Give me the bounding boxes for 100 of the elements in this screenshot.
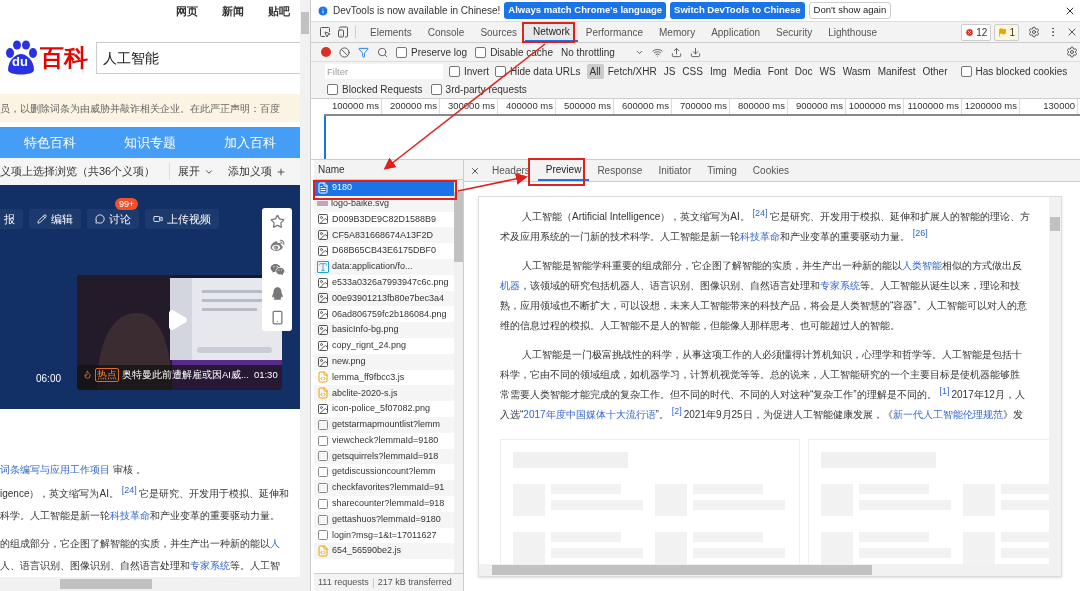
video-title: 奥特曼此前遭解雇或因AI威... — [122, 367, 249, 382]
infobar-button[interactable]: Don't show again — [808, 2, 892, 19]
text-link[interactable]: 机器 — [500, 280, 520, 291]
top-link[interactable]: 贴吧 — [268, 2, 290, 20]
request-row[interactable]: CF5A831668674A13F2D — [314, 227, 455, 244]
reference-link[interactable]: [24] — [121, 484, 137, 495]
video-duration: 01:30 — [253, 367, 278, 382]
body-text: 和产业变革的重要驱动力量。 — [780, 231, 911, 242]
text-link[interactable]: 科技革命 — [110, 510, 150, 522]
checkbox-label: Hide data URLs — [510, 65, 581, 79]
detail-tab[interactable]: Initiator — [650, 160, 700, 181]
timeline-tick: 900000 ms — [788, 99, 846, 114]
type-filter[interactable]: Fetch/XHR — [604, 64, 660, 79]
text-link[interactable]: 专家系统 — [820, 280, 860, 291]
column-header[interactable]: Name — [314, 160, 463, 180]
panel-tab[interactable]: Lighthouse — [820, 22, 886, 42]
body-text: 人工智能是智能学科重要的组成部分，它企图了解智能的实质，并生产出一种新的能以 — [522, 260, 902, 271]
filter-field[interactable]: Filter — [325, 64, 443, 79]
text-link[interactable]: 2017年度中国媒体十大流行语 — [523, 409, 656, 420]
type-filter[interactable]: Other — [919, 64, 951, 79]
top-link[interactable]: 网页 — [176, 2, 198, 20]
top-link[interactable]: 新闻 — [222, 2, 244, 20]
body-text: 和产业变革的重要驱动力量。 — [150, 510, 280, 522]
logo-text: 百科 — [40, 46, 88, 71]
text-link[interactable]: 新一代人工智能伦理规范 — [892, 409, 1003, 420]
text-link[interactable]: 专家系统 — [190, 560, 230, 572]
timeline-tick: 100000 ms — [324, 99, 382, 114]
body-text: ，该领域的研究包括机器人、语言识别、图像识别、自然语言处理和 — [520, 280, 820, 291]
type-filter[interactable]: CSS — [679, 64, 706, 79]
panel-tab[interactable]: Application — [703, 22, 769, 42]
body-text: ”。 — [655, 409, 670, 420]
reference-link[interactable]: [1] — [939, 385, 950, 396]
text-link[interactable]: 人类智能 — [902, 260, 942, 271]
body-text: 》发 — [1002, 409, 1023, 420]
body-text: 人、语言识别、图像识别、自然语言处理和 — [0, 560, 190, 572]
add-meaning-link[interactable]: 添加义项 — [228, 163, 273, 180]
action-button[interactable]: 编辑 — [29, 209, 81, 229]
body-text: 人工智能（Artificial Intelligence），英文缩写为AI。 — [522, 211, 751, 222]
infobar-message: DevTools is now available in Chinese! — [333, 4, 501, 18]
type-filter[interactable]: Font — [764, 64, 791, 79]
action-button[interactable]: 上传视频 — [145, 209, 219, 229]
notice-text: 员，以删除词条为由威胁并敲诈相关企业。在此严正声明：百度 — [0, 94, 300, 122]
panel-tab[interactable]: Performance — [577, 22, 651, 42]
type-filter[interactable]: Manifest — [874, 64, 919, 79]
detail-tab[interactable]: Timing — [699, 160, 745, 181]
reference-link[interactable]: [26] — [912, 227, 928, 238]
body-text: 的组成部分，它企图了解智能的实质，并生产出一种新的能以 — [0, 538, 270, 550]
action-button[interactable]: 报 — [0, 209, 23, 229]
body-text: 等。人工智 — [230, 560, 280, 572]
throttling-dropdown[interactable]: No throttling — [560, 44, 644, 60]
action-button[interactable]: 讨论 — [87, 209, 139, 229]
timeline-tick: 700000 ms — [672, 99, 730, 114]
timeline-tick: 800000 ms — [730, 99, 788, 114]
timeline-tick: 1000000 ms — [846, 99, 904, 114]
request-row[interactable]: abclite-2020-s.js — [314, 385, 455, 402]
body-text: 维的信息过程的模拟。人工智能不是人的智能，但能像人那样思考、也可能超过人的智能。 — [500, 320, 900, 331]
detail-tab[interactable]: Headers — [484, 160, 538, 181]
panel-tab[interactable]: Elements — [362, 22, 420, 42]
infobar-button[interactable]: Always match Chrome's language — [504, 2, 667, 19]
body-text: 入选“ — [500, 409, 524, 420]
text-link[interactable]: 人 — [270, 538, 280, 550]
logo-text: du — [12, 55, 28, 69]
panel-tab[interactable]: Security — [768, 22, 821, 42]
meanings-text: 义项上选择浏览（共36个义项） — [0, 164, 156, 180]
type-filter[interactable]: All — [586, 64, 604, 79]
checkbox-label: Preserve log — [411, 45, 468, 60]
type-filter[interactable]: Wasm — [839, 64, 874, 79]
request-row[interactable]: basicInfo-bg.png — [314, 322, 455, 338]
body-text: 审核 。 — [111, 464, 146, 476]
type-filter[interactable]: WS — [816, 64, 839, 79]
body-text: 它是研究、开发用于模拟、延伸和扩展人的智能的理论、方 — [769, 211, 1030, 222]
timeline-tick: 500000 ms — [556, 99, 614, 114]
panel-tab[interactable]: Console — [419, 22, 473, 42]
reference-link[interactable]: [2] — [671, 405, 682, 416]
warning-count[interactable]: 1 — [994, 23, 1019, 41]
type-filter[interactable]: JS — [660, 64, 679, 79]
checkbox-label: 3rd-party requests — [445, 83, 527, 97]
panel-tab[interactable]: Memory — [651, 22, 704, 42]
search-field[interactable]: 人工智能 — [96, 42, 300, 75]
detail-tab[interactable]: Response — [589, 160, 651, 181]
request-row[interactable]: 654_56590be2.js — [314, 543, 455, 560]
text-link[interactable]: 词条编写与应用工作项目 — [0, 464, 110, 476]
detail-tab[interactable]: Cookies — [744, 160, 797, 181]
body-text: 科学，它由不同的领域组成，如机器学习，计算机视觉等等。总的说来，人工智能研究的一个主要目标是使机器能够胜 — [500, 369, 1020, 380]
infobar-button[interactable]: Switch DevTools to Chinese — [670, 2, 805, 19]
transfer-size: 217 kB transferred — [377, 575, 452, 589]
reference-link[interactable]: [24] — [752, 207, 768, 218]
body-text: 熟，应用领域也不断扩大，可以设想，未来人工智能带来的科技产品，将会是人类智慧的“容器”。人工智能可以对人的意 — [500, 300, 1027, 311]
type-filter[interactable]: Img — [706, 64, 730, 79]
type-filter[interactable]: Media — [730, 64, 764, 79]
checkbox-label: Invert — [464, 65, 489, 79]
expand-link[interactable]: 展开 — [178, 163, 201, 180]
text-link[interactable]: 科技革命 — [740, 231, 780, 242]
request-row[interactable]: checkfavorites?lemmaId=91 — [314, 480, 455, 496]
type-filter[interactable]: Doc — [791, 64, 816, 79]
body-text: 2021年9月25日，为促进人工智能健康发展，《 — [683, 409, 893, 420]
body-text: igence），英文缩写为AI。 — [0, 488, 120, 500]
error-count[interactable]: 12 — [961, 23, 992, 41]
body-text: 科学。人工智能是新一轮 — [0, 510, 110, 522]
panel-tab[interactable]: Sources — [472, 22, 526, 42]
